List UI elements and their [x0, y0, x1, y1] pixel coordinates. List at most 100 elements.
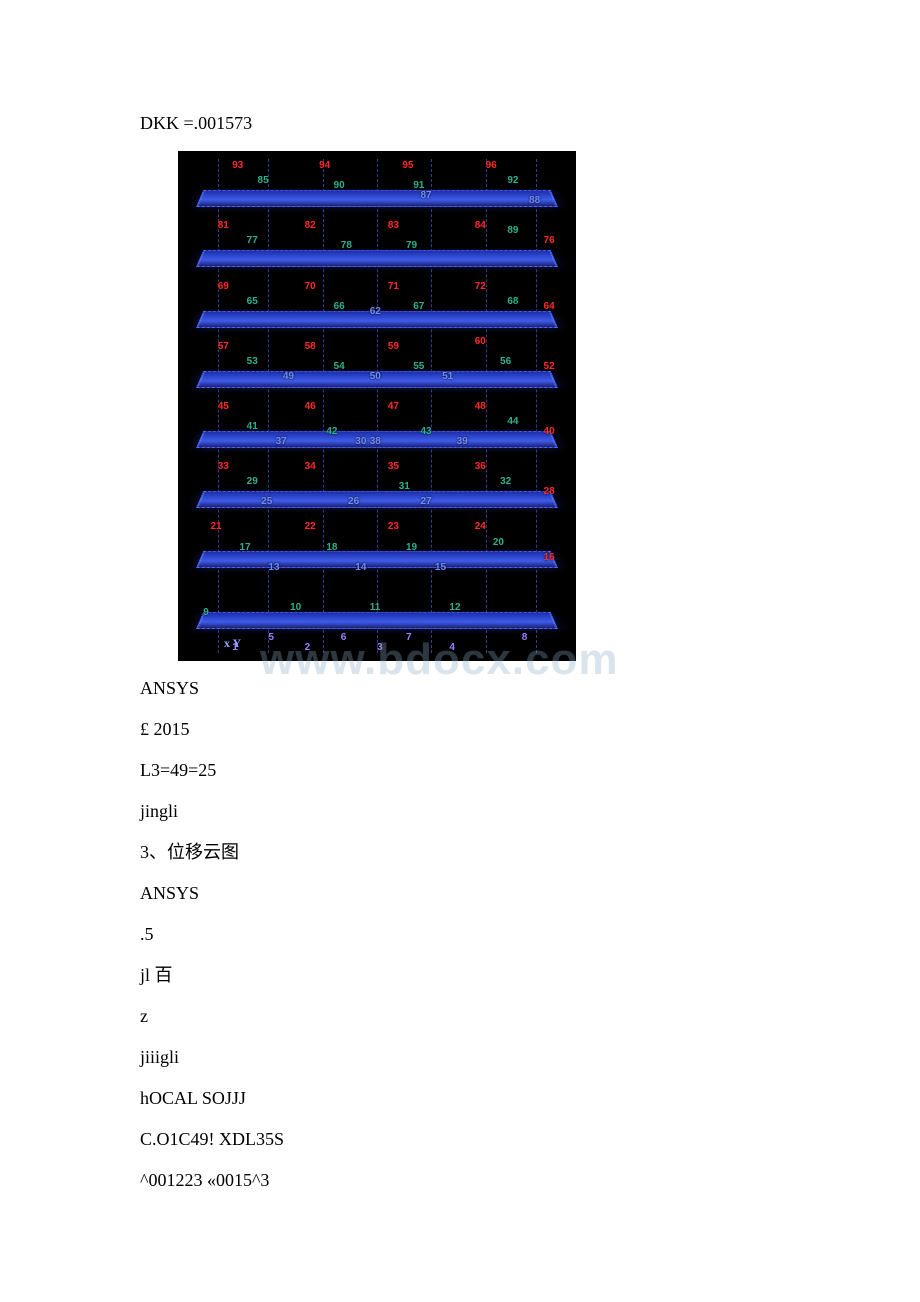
- line-ansys2: ANSYS: [140, 880, 780, 907]
- node-6: 6: [341, 632, 347, 643]
- node-37: 37: [276, 436, 287, 447]
- line-year: £ 2015: [140, 716, 780, 743]
- node-76: 76: [544, 235, 555, 246]
- node-48: 48: [475, 401, 486, 412]
- node-95: 95: [402, 160, 413, 171]
- node-20: 20: [493, 537, 504, 548]
- line-jingli1: jingli: [140, 798, 780, 825]
- node-85: 85: [258, 175, 269, 186]
- line-co1c49: C.O1C49! XDL35S: [140, 1126, 780, 1153]
- node-87: 87: [420, 190, 431, 201]
- node-72: 72: [475, 281, 486, 292]
- node-50: 50: [370, 371, 381, 382]
- line-dkk: DKK =.001573: [140, 110, 780, 137]
- node-88: 88: [529, 195, 540, 206]
- node-35: 35: [388, 461, 399, 472]
- node-5: 5: [268, 632, 274, 643]
- node-81: 81: [218, 220, 229, 231]
- node-2: 2: [305, 642, 311, 653]
- node-23: 23: [388, 521, 399, 532]
- node-27: 27: [420, 496, 431, 507]
- node-82: 82: [305, 220, 316, 231]
- node-55: 55: [413, 361, 424, 372]
- node-12: 12: [449, 602, 460, 613]
- node-45: 45: [218, 401, 229, 412]
- ansys-figure: 93 94 95 96 85 90 91 92 87 88 81 82 83 8…: [178, 151, 576, 661]
- line-jiiigli: jiiigli: [140, 1044, 780, 1071]
- node-90: 90: [334, 180, 345, 191]
- node-31: 31: [399, 481, 410, 492]
- axis-xy-label: x Y: [224, 636, 241, 651]
- node-24: 24: [475, 521, 486, 532]
- line-hocal: hOCAL SOJJJ: [140, 1085, 780, 1112]
- node-57: 57: [218, 341, 229, 352]
- figure-wrap: 93 94 95 96 85 90 91 92 87 88 81 82 83 8…: [178, 151, 576, 661]
- node-34: 34: [305, 461, 316, 472]
- node-92: 92: [507, 175, 518, 186]
- node-65: 65: [247, 296, 258, 307]
- node-4: 4: [449, 642, 455, 653]
- node-32: 32: [500, 476, 511, 487]
- node-79: 79: [406, 240, 417, 251]
- node-47: 47: [388, 401, 399, 412]
- node-49: 49: [283, 371, 294, 382]
- line-001223: ^001223 «0015^3: [140, 1167, 780, 1194]
- structure-3d: 93 94 95 96 85 90 91 92 87 88 81 82 83 8…: [196, 155, 558, 657]
- node-19: 19: [406, 542, 417, 553]
- node-28: 28: [544, 486, 555, 497]
- node-58: 58: [305, 341, 316, 352]
- node-83: 83: [388, 220, 399, 231]
- node-53: 53: [247, 356, 258, 367]
- node-33: 33: [218, 461, 229, 472]
- node-14: 14: [355, 562, 366, 573]
- node-69: 69: [218, 281, 229, 292]
- line-p5: .5: [140, 921, 780, 948]
- node-39: 39: [457, 436, 468, 447]
- node-8: 8: [522, 632, 528, 643]
- node-59: 59: [388, 341, 399, 352]
- node-21: 21: [210, 521, 221, 532]
- line-l3: L3=49=25: [140, 757, 780, 784]
- node-66: 66: [334, 301, 345, 312]
- line-z: z: [140, 1003, 780, 1030]
- node-68: 68: [507, 296, 518, 307]
- node-9: 9: [203, 607, 209, 618]
- node-67: 67: [413, 301, 424, 312]
- node-7: 7: [406, 632, 412, 643]
- node-17: 17: [239, 542, 250, 553]
- line-ansys1: ANSYS: [140, 675, 780, 702]
- node-77: 77: [247, 235, 258, 246]
- node-10: 10: [290, 602, 301, 613]
- node-71: 71: [388, 281, 399, 292]
- node-46: 46: [305, 401, 316, 412]
- node-64: 64: [544, 301, 555, 312]
- node-42: 42: [326, 426, 337, 437]
- node-78: 78: [341, 240, 352, 251]
- node-96: 96: [486, 160, 497, 171]
- node-84: 84: [475, 220, 486, 231]
- node-38: 38: [370, 436, 381, 447]
- node-29: 29: [247, 476, 258, 487]
- node-22: 22: [305, 521, 316, 532]
- node-94: 94: [319, 160, 330, 171]
- page-content: DKK =.001573 93 94 95: [0, 0, 920, 1288]
- node-30: 30: [355, 436, 366, 447]
- node-62: 62: [370, 306, 381, 317]
- node-16: 16: [544, 552, 555, 563]
- node-41: 41: [247, 421, 258, 432]
- node-11: 11: [370, 602, 381, 613]
- node-15: 15: [435, 562, 446, 573]
- node-43: 43: [420, 426, 431, 437]
- node-18: 18: [326, 542, 337, 553]
- node-70: 70: [305, 281, 316, 292]
- node-44: 44: [507, 416, 518, 427]
- node-51: 51: [442, 371, 453, 382]
- node-13: 13: [268, 562, 279, 573]
- line-section3: 3、位移云图: [140, 839, 780, 866]
- line-jlbai: jl 百: [140, 962, 780, 989]
- node-26: 26: [348, 496, 359, 507]
- node-93: 93: [232, 160, 243, 171]
- node-36: 36: [475, 461, 486, 472]
- node-60: 60: [475, 336, 486, 347]
- node-40: 40: [544, 426, 555, 437]
